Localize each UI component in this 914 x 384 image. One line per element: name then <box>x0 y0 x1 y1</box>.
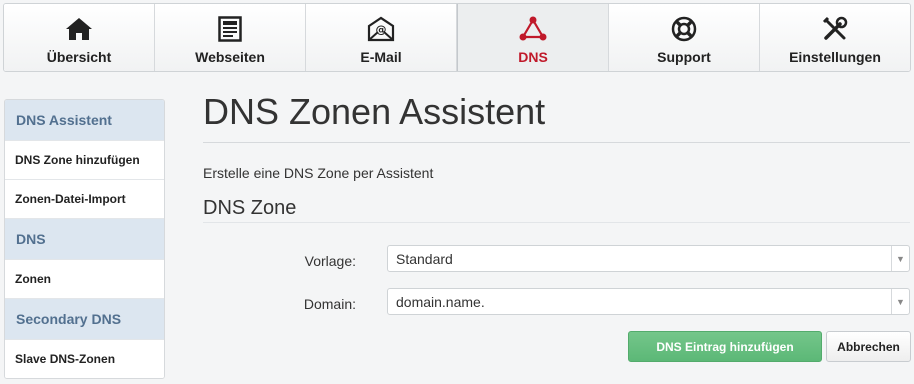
chevron-down-icon[interactable]: ▼ <box>891 246 909 271</box>
tab-einstellungen[interactable]: Einstellungen <box>760 4 910 71</box>
section-title: DNS Zone <box>203 197 297 219</box>
tab-label: Webseiten <box>195 49 265 65</box>
tab-label: Einstellungen <box>789 49 881 65</box>
domain-select-value: domain.name. <box>396 293 485 310</box>
sidebar-item-zonen-datei-import[interactable]: Zonen-Datei-Import <box>5 180 164 219</box>
intro-text: Erstelle eine DNS Zone per Assistent <box>203 165 434 181</box>
domain-select[interactable]: domain.name. ▼ <box>387 288 910 315</box>
envelope-at-icon: @ <box>367 14 395 44</box>
template-label: Vorlage: <box>304 253 356 269</box>
home-icon <box>65 14 93 44</box>
lifebuoy-icon <box>670 14 698 44</box>
tab-label: Übersicht <box>46 49 112 65</box>
network-nodes-icon <box>519 14 547 44</box>
tab-label: Support <box>657 49 711 65</box>
title-divider <box>203 142 910 143</box>
chevron-down-icon[interactable]: ▼ <box>891 289 909 314</box>
sidebar-item-dns-zone-hinzufuegen[interactable]: DNS Zone hinzufügen <box>5 141 164 180</box>
tab-webseiten[interactable]: Webseiten <box>155 4 306 71</box>
page-title: DNS Zonen Assistent <box>203 91 546 132</box>
tab-email[interactable]: @ E-Mail <box>306 4 457 71</box>
sidebar-section-title: DNS Assistent <box>5 100 164 141</box>
sidebar-item-zonen[interactable]: Zonen <box>5 260 164 299</box>
domain-label: Domain: <box>303 296 356 312</box>
sidebar-section-title: Secondary DNS <box>5 299 164 340</box>
sidebar-item-slave-dns-zonen[interactable]: Slave DNS-Zonen <box>5 340 164 378</box>
sidebar: DNS Assistent DNS Zone hinzufügen Zonen-… <box>4 99 165 379</box>
template-select-value: Standard <box>396 250 453 267</box>
template-select[interactable]: Standard ▼ <box>387 245 910 272</box>
tab-label: E-Mail <box>360 49 402 65</box>
webpage-icon <box>218 14 242 44</box>
section-divider <box>203 222 910 223</box>
sidebar-section-title: DNS <box>5 219 164 260</box>
add-dns-entry-button[interactable]: DNS Eintrag hinzufügen <box>628 331 822 362</box>
tab-uebersicht[interactable]: Übersicht <box>4 4 155 71</box>
tab-label: DNS <box>518 49 548 65</box>
tab-dns[interactable]: DNS <box>457 4 609 71</box>
svg-text:@: @ <box>376 23 387 36</box>
tab-support[interactable]: Support <box>609 4 760 71</box>
main-navigation: Übersicht Webseiten @ E-Mail DNS Support… <box>3 3 911 72</box>
tools-icon <box>822 14 848 44</box>
cancel-button[interactable]: Abbrechen <box>826 331 911 362</box>
